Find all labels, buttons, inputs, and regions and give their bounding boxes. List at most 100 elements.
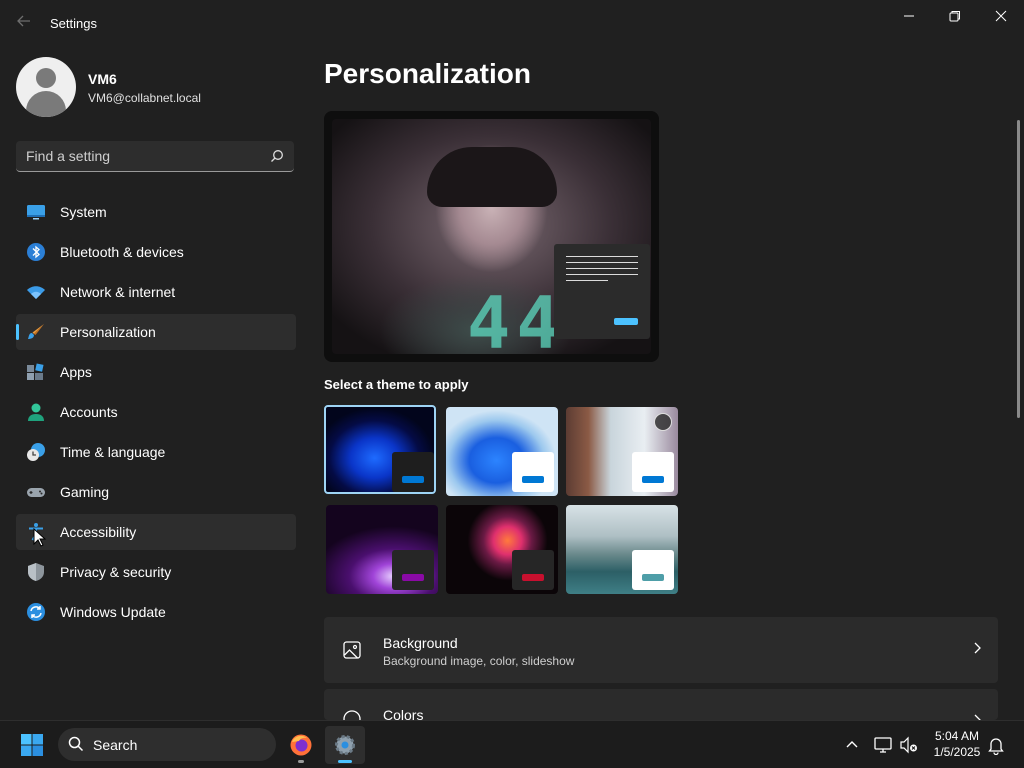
palette-icon bbox=[343, 710, 361, 720]
sidebar-item-accessibility[interactable]: Accessibility bbox=[16, 514, 296, 550]
sidebar-item-label: Accessibility bbox=[60, 524, 137, 540]
theme-mini-window bbox=[632, 550, 674, 590]
mouse-cursor-icon bbox=[33, 528, 47, 547]
sidebar-item-time-language[interactable]: Time & language bbox=[16, 434, 296, 470]
chevron-right-icon bbox=[974, 714, 981, 720]
preview-line bbox=[566, 262, 638, 263]
bluetooth-icon bbox=[27, 243, 45, 261]
search-icon bbox=[271, 150, 283, 162]
sidebar-item-system[interactable]: System bbox=[16, 194, 296, 230]
theme-tile[interactable] bbox=[324, 405, 436, 494]
theme-mini-window bbox=[512, 550, 554, 590]
card-title: Background bbox=[383, 635, 458, 651]
search-icon bbox=[68, 736, 84, 752]
avatar-head bbox=[36, 68, 56, 88]
notification-bell-icon[interactable] bbox=[986, 735, 1006, 755]
background-setting[interactable]: Background Background image, color, slid… bbox=[324, 617, 998, 683]
find-setting-box[interactable] bbox=[16, 141, 294, 172]
theme-tile[interactable] bbox=[446, 505, 558, 594]
theme-tile[interactable] bbox=[566, 407, 678, 496]
theme-mini-window bbox=[632, 452, 674, 492]
theme-accent-bar bbox=[642, 574, 664, 581]
theme-preview: 44 bbox=[324, 111, 659, 362]
image-icon bbox=[343, 641, 361, 659]
taskbar-search-box[interactable]: Search bbox=[58, 728, 276, 761]
themes-label: Select a theme to apply bbox=[324, 377, 469, 392]
theme-tile[interactable] bbox=[326, 505, 438, 594]
wifi-icon bbox=[27, 286, 45, 299]
windows-start-icon[interactable] bbox=[20, 733, 44, 757]
sidebar-item-accounts[interactable]: Accounts bbox=[16, 394, 296, 430]
preview-digits: 44 bbox=[467, 281, 566, 362]
preview-line bbox=[566, 280, 608, 281]
theme-tile[interactable] bbox=[446, 407, 558, 496]
gear-icon bbox=[335, 735, 355, 755]
sidebar-item-network[interactable]: Network & internet bbox=[16, 274, 296, 310]
system-icon bbox=[27, 205, 45, 220]
firefox-icon bbox=[290, 734, 312, 756]
firefox-taskbar-button[interactable] bbox=[281, 726, 321, 764]
preview-line bbox=[566, 274, 638, 275]
theme-accent-bar bbox=[522, 476, 544, 483]
chevron-up-icon[interactable] bbox=[842, 735, 862, 755]
colors-setting[interactable]: Colors bbox=[324, 689, 998, 720]
restore-button[interactable] bbox=[932, 0, 978, 32]
taskbar-search-label: Search bbox=[93, 737, 138, 753]
page-title: Personalization bbox=[324, 58, 531, 89]
sidebar-nav: System Bluetooth & devices Network & int… bbox=[16, 194, 296, 634]
avatar-body bbox=[26, 91, 66, 117]
sidebar-item-label: System bbox=[60, 204, 107, 220]
network-icon[interactable] bbox=[873, 735, 893, 755]
update-icon bbox=[27, 603, 45, 621]
back-arrow-icon[interactable] bbox=[14, 13, 34, 33]
close-button[interactable] bbox=[978, 0, 1024, 32]
theme-tile[interactable] bbox=[566, 505, 678, 594]
preview-window bbox=[554, 244, 650, 339]
clock-time: 5:04 AM bbox=[934, 729, 980, 743]
running-indicator bbox=[298, 760, 304, 763]
card-subtitle: Background image, color, slideshow bbox=[383, 654, 575, 668]
sidebar-item-gaming[interactable]: Gaming bbox=[16, 474, 296, 510]
preview-line bbox=[566, 256, 638, 257]
sidebar-item-label: Privacy & security bbox=[60, 564, 172, 580]
clock-date: 1/5/2025 bbox=[933, 745, 981, 759]
sidebar-item-label: Gaming bbox=[60, 484, 110, 500]
preview-line bbox=[566, 268, 638, 269]
sidebar-item-label: Network & internet bbox=[60, 284, 176, 300]
system-clock[interactable]: 5:04 AM 1/5/2025 bbox=[926, 728, 988, 760]
search-input[interactable] bbox=[26, 141, 256, 171]
gamepad-icon bbox=[27, 488, 45, 497]
sidebar-item-label: Windows Update bbox=[60, 604, 166, 620]
avatar[interactable] bbox=[16, 57, 76, 117]
chevron-right-icon bbox=[974, 642, 981, 654]
theme-mini-window bbox=[392, 452, 434, 492]
profile-name: VM6 bbox=[88, 71, 117, 87]
paintbrush-icon bbox=[28, 324, 44, 339]
preview-subject bbox=[427, 147, 557, 207]
sidebar-item-personalization[interactable]: Personalization bbox=[16, 314, 296, 350]
profile-email: VM6@collabnet.local bbox=[88, 91, 201, 105]
theme-mini-window bbox=[392, 550, 434, 590]
spotlight-badge-icon bbox=[654, 413, 672, 431]
sidebar-item-label: Bluetooth & devices bbox=[60, 244, 184, 260]
sidebar-item-apps[interactable]: Apps bbox=[16, 354, 296, 390]
sidebar-item-label: Apps bbox=[60, 364, 92, 380]
sidebar-item-privacy[interactable]: Privacy & security bbox=[16, 554, 296, 590]
card-title: Colors bbox=[383, 707, 424, 720]
preview-button bbox=[614, 318, 638, 325]
sidebar-item-windows-update[interactable]: Windows Update bbox=[16, 594, 296, 630]
minimize-button[interactable] bbox=[886, 0, 932, 32]
active-indicator bbox=[338, 760, 352, 763]
selection-indicator bbox=[16, 324, 19, 340]
volume-muted-icon[interactable] bbox=[899, 735, 919, 755]
apps-icon bbox=[27, 363, 44, 380]
theme-mini-window bbox=[512, 452, 554, 492]
scrollbar[interactable] bbox=[1017, 120, 1020, 418]
theme-accent-bar bbox=[402, 476, 424, 483]
sidebar-item-bluetooth[interactable]: Bluetooth & devices bbox=[16, 234, 296, 270]
settings-taskbar-button[interactable] bbox=[325, 726, 365, 764]
theme-accent-bar bbox=[402, 574, 424, 581]
wallpaper-preview: 44 bbox=[332, 119, 651, 362]
theme-accent-bar bbox=[642, 476, 664, 483]
theme-accent-bar bbox=[522, 574, 544, 581]
